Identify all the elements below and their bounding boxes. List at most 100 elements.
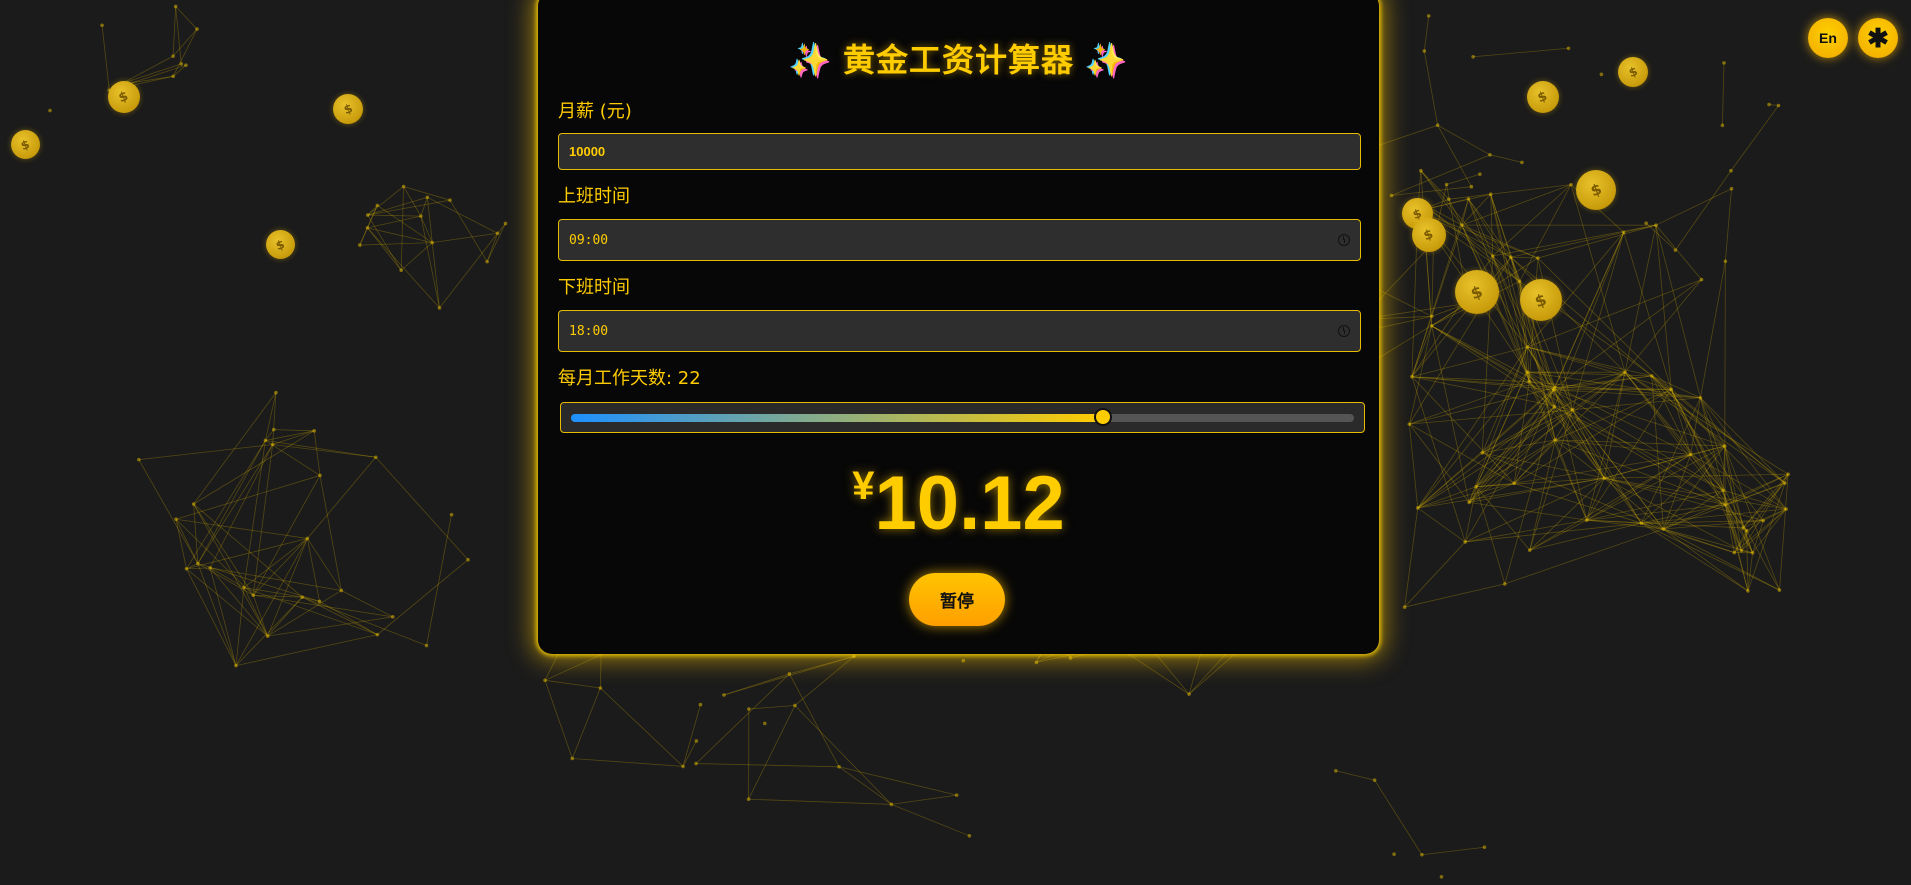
network-node xyxy=(365,213,370,217)
network-node xyxy=(698,702,703,707)
network-node xyxy=(265,634,270,638)
network-line xyxy=(682,740,697,767)
start-time-label: 上班时间 xyxy=(558,186,630,207)
network-node xyxy=(373,455,378,460)
pause-button[interactable]: 暂停 xyxy=(909,573,1005,626)
start-time-input[interactable]: 09:00 xyxy=(558,219,1361,261)
network-line xyxy=(375,457,469,560)
network-line xyxy=(172,28,198,77)
network-line xyxy=(400,186,404,271)
network-node xyxy=(1623,370,1627,375)
network-line xyxy=(1510,256,1538,259)
network-node xyxy=(1422,49,1427,53)
network-node xyxy=(390,615,395,619)
network-node xyxy=(137,457,141,462)
language-toggle-button[interactable]: En xyxy=(1808,18,1848,58)
network-line xyxy=(838,766,957,796)
network-node xyxy=(1420,852,1424,857)
network-node xyxy=(543,678,547,683)
network-line xyxy=(367,214,421,217)
clock-icon[interactable] xyxy=(1338,234,1350,246)
network-line xyxy=(1514,482,1642,524)
end-time-input[interactable]: 18:00 xyxy=(558,310,1361,352)
network-line xyxy=(682,704,701,767)
work-days-slider[interactable] xyxy=(560,402,1365,433)
network-line xyxy=(1417,409,1573,509)
network-node xyxy=(1569,182,1573,187)
network-node xyxy=(1698,395,1703,400)
network-line xyxy=(544,679,601,689)
network-line xyxy=(1374,779,1423,855)
slider-fill xyxy=(571,414,1104,422)
network-line xyxy=(367,214,402,271)
network-line xyxy=(1404,583,1505,608)
network-node xyxy=(184,566,189,571)
network-node xyxy=(694,739,699,743)
network-line xyxy=(1510,231,1624,258)
network-line xyxy=(273,429,315,432)
network-node xyxy=(1478,172,1482,176)
network-node xyxy=(1584,518,1589,522)
slider-track[interactable] xyxy=(571,408,1354,426)
network-line xyxy=(307,457,377,539)
network-line xyxy=(432,232,498,243)
network-node xyxy=(263,438,268,443)
network-node xyxy=(722,693,726,697)
network-line xyxy=(1408,424,1419,509)
network-node xyxy=(1525,370,1529,374)
network-line xyxy=(1513,389,1554,484)
network-node xyxy=(1517,279,1522,284)
network-node xyxy=(171,74,176,79)
network-line xyxy=(1690,454,1748,531)
theme-toggle-button[interactable]: ✱ xyxy=(1858,18,1898,58)
network-node xyxy=(234,663,238,668)
network-node xyxy=(967,834,972,838)
page-title-text: 黄金工资计算器 xyxy=(842,41,1074,79)
network-node xyxy=(1480,451,1484,455)
network-node xyxy=(485,259,489,264)
network-node xyxy=(1744,528,1749,533)
network-node xyxy=(1469,184,1474,189)
network-line xyxy=(891,794,957,805)
salary-input[interactable]: 10000 xyxy=(558,133,1361,170)
network-line xyxy=(544,680,573,759)
network-node xyxy=(100,23,104,28)
network-node xyxy=(401,184,406,189)
network-line xyxy=(1586,372,1626,521)
network-node xyxy=(1488,153,1492,157)
network-line xyxy=(1409,423,1470,503)
network-line xyxy=(1504,406,1555,585)
network-line xyxy=(1586,478,1605,521)
network-line xyxy=(359,242,433,246)
network-node xyxy=(1429,314,1434,319)
network-node xyxy=(449,512,454,517)
network-line xyxy=(175,519,187,569)
network-line xyxy=(695,673,790,764)
slider-thumb[interactable] xyxy=(1094,408,1113,426)
clock-icon[interactable] xyxy=(1338,325,1350,337)
network-line xyxy=(313,430,321,476)
network-node xyxy=(1068,656,1073,660)
network-node xyxy=(171,54,175,58)
network-node xyxy=(852,654,856,659)
network-node xyxy=(1471,54,1475,59)
end-time-label: 下班时间 xyxy=(558,277,630,298)
network-line xyxy=(319,475,342,591)
coin-icon: $ xyxy=(1455,270,1499,314)
network-node xyxy=(173,4,178,9)
network-node xyxy=(598,686,603,690)
network-line xyxy=(838,766,892,805)
network-node xyxy=(1551,388,1556,392)
network-line xyxy=(265,440,321,476)
network-line xyxy=(439,233,498,309)
network-line xyxy=(1490,194,1520,282)
coin-icon: $ xyxy=(108,81,140,113)
coin-icon: $ xyxy=(1412,218,1446,252)
network-node xyxy=(1392,852,1396,856)
salary-label: 月薪 (元) xyxy=(558,101,632,122)
network-line xyxy=(319,601,378,636)
network-line xyxy=(1404,541,1466,608)
network-line xyxy=(572,758,684,767)
network-node xyxy=(375,632,380,637)
network-node xyxy=(1654,223,1658,227)
